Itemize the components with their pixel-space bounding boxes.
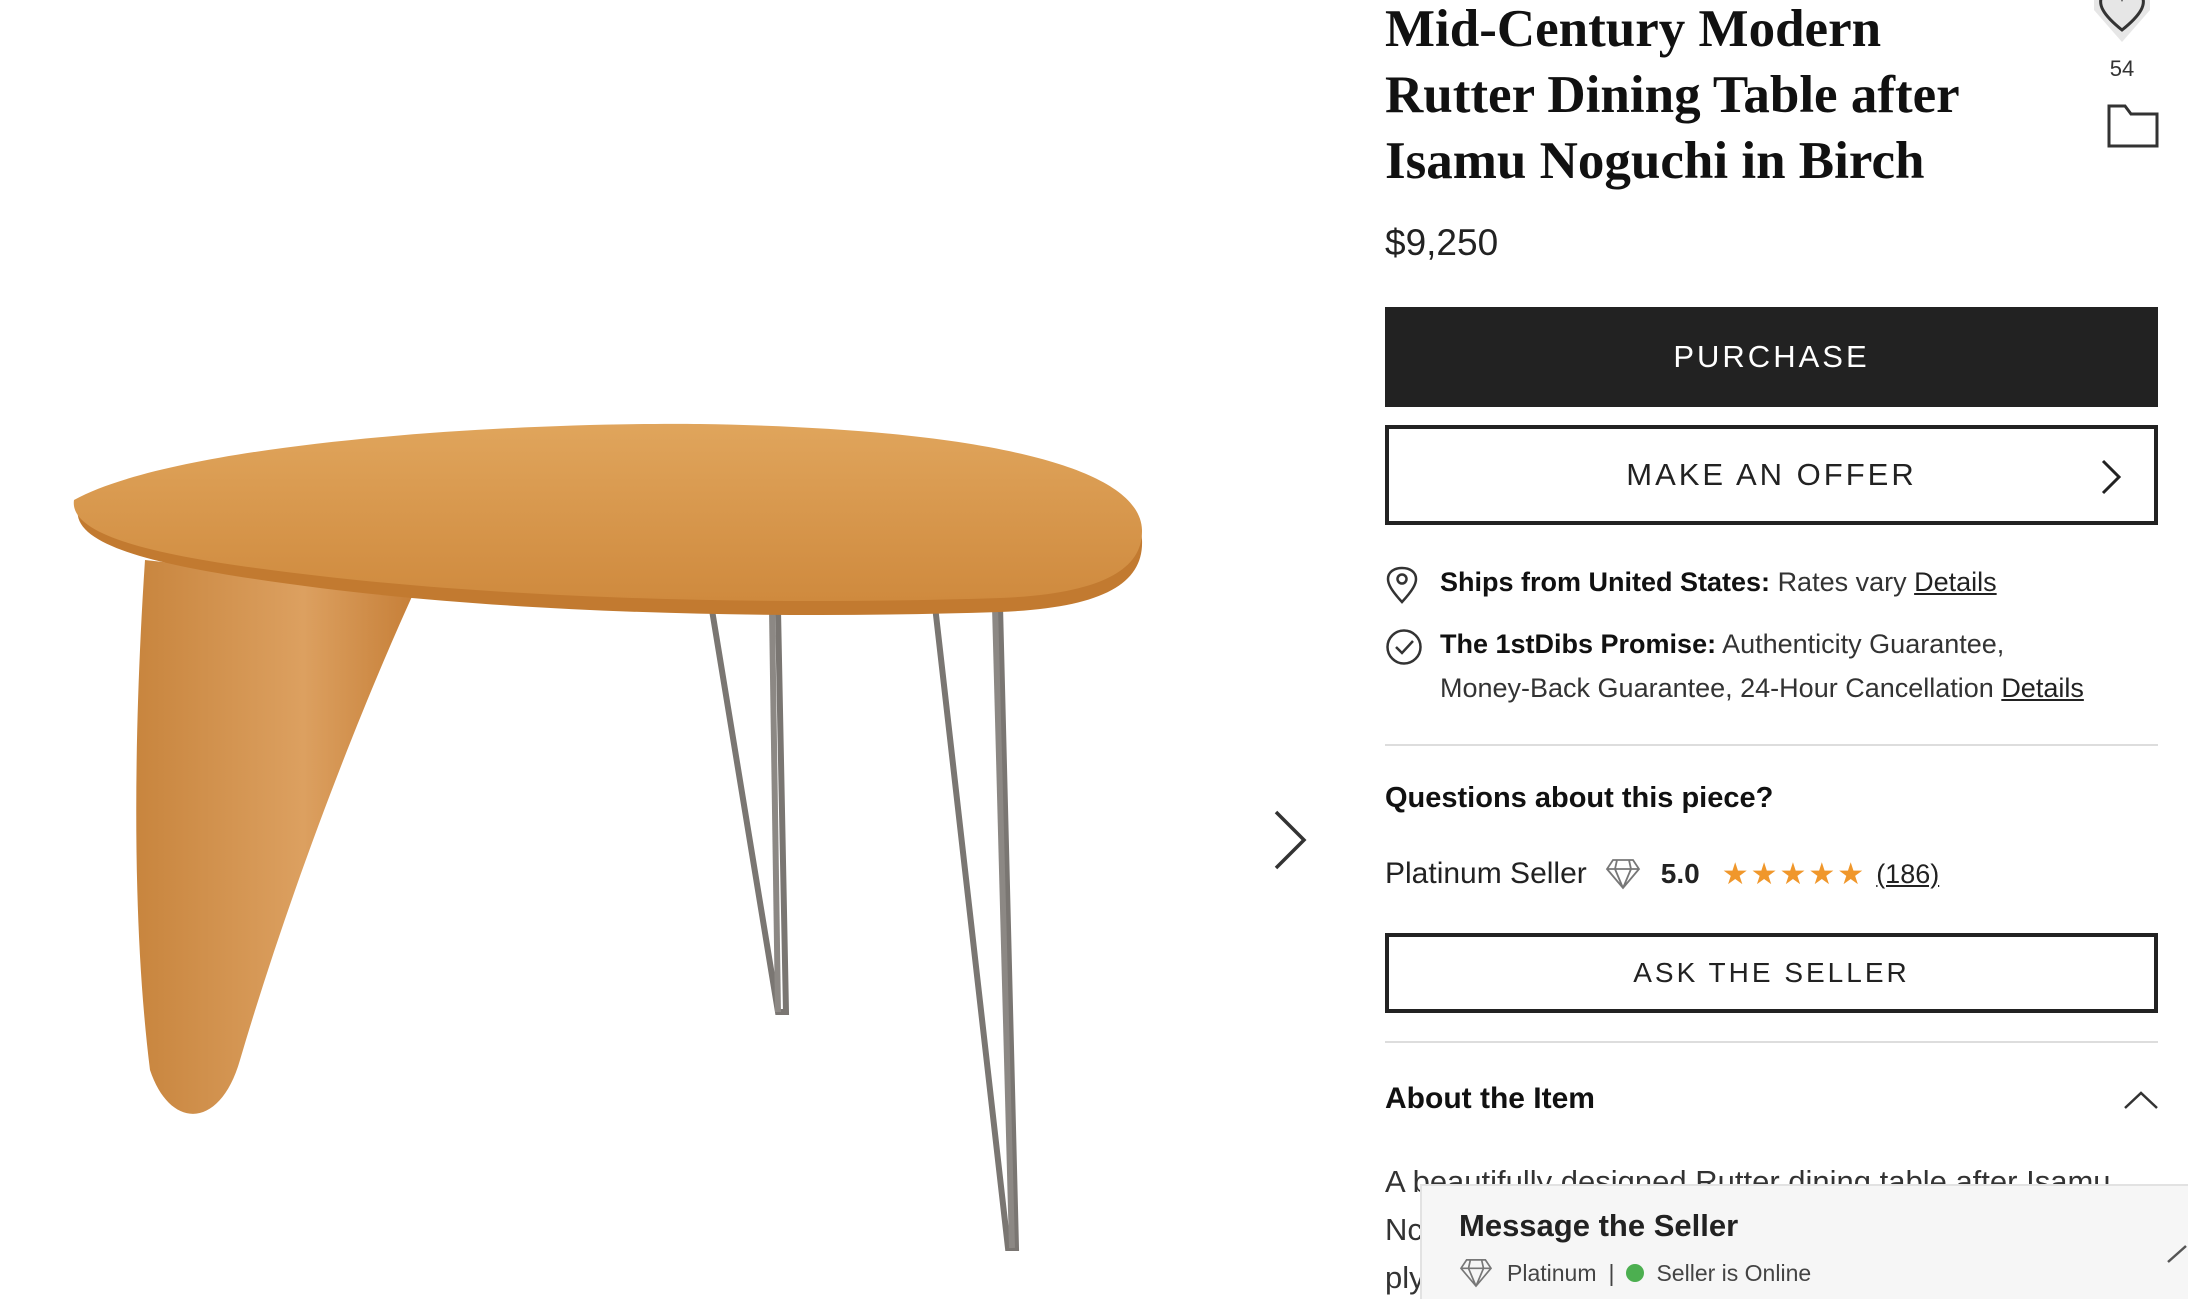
message-seller-title: Message the Seller	[1459, 1208, 1739, 1243]
chevron-right-icon	[1274, 810, 1307, 870]
favorite-button[interactable]	[2092, 0, 2152, 55]
heart-icon	[2094, 0, 2150, 42]
star-rating: ★★★★★	[1721, 857, 1867, 891]
product-title-line: Mid-Century Modern	[1385, 0, 1882, 58]
chevron-right-icon	[2101, 459, 2122, 495]
ask-seller-button-label: ASK THE SELLER	[1633, 957, 1910, 988]
diamond-icon	[1605, 859, 1640, 890]
seller-rating: 5.0	[1660, 858, 1700, 889]
make-offer-button[interactable]: MAKE AN OFFER	[1385, 425, 2158, 525]
seller-tier-label: Platinum	[1507, 1259, 1597, 1286]
ask-seller-button[interactable]: ASK THE SELLER	[1385, 933, 2158, 1013]
message-seller-panel[interactable]: Message the Seller Platinum | Seller is …	[1420, 1184, 2188, 1299]
shipping-details-link[interactable]: Details	[1914, 567, 1997, 597]
make-offer-button-label: MAKE AN OFFER	[1626, 457, 1917, 492]
seller-summary: Platinum Seller 5.0 ★★★★★ (186)	[1385, 852, 1939, 896]
reviews-link[interactable]: (186)	[1876, 859, 1939, 890]
location-pin-icon	[1386, 566, 1418, 604]
questions-heading: Questions about this piece?	[1385, 782, 1774, 814]
chevron-up-icon	[2124, 1091, 2158, 1109]
check-circle-icon	[1386, 629, 1422, 665]
diamond-icon	[1459, 1259, 1493, 1288]
divider	[1385, 744, 2158, 746]
promise-text: Authenticity Guarantee,	[1722, 629, 2005, 659]
about-collapse-button[interactable]	[2123, 1090, 2159, 1115]
promise-details-link[interactable]: Details	[2001, 673, 2084, 703]
message-seller-status: Platinum | Seller is Online	[1459, 1258, 1811, 1288]
about-heading[interactable]: About the Item	[1385, 1082, 1595, 1116]
divider	[1385, 1041, 2158, 1043]
product-title-line: Rutter Dining Table after	[1385, 66, 1960, 124]
shipping-text: Rates vary	[1777, 567, 1907, 597]
product-title-line: Isamu Noguchi in Birch	[1385, 132, 1925, 190]
product-price: $9,250	[1385, 222, 1499, 263]
image-gallery	[0, 0, 1340, 1299]
expand-icon[interactable]	[2166, 1242, 2188, 1264]
favorite-count: 54	[2109, 56, 2135, 81]
save-to-folder-button[interactable]	[2107, 102, 2159, 153]
online-status-dot	[1626, 1264, 1645, 1282]
product-image	[73, 423, 1143, 1251]
purchase-button-label: PURCHASE	[1673, 339, 1870, 374]
folder-icon	[2107, 104, 2159, 148]
separator: |	[1608, 1259, 1615, 1286]
promise-text: Money-Back Guarantee, 24-Hour Cancellati…	[1440, 673, 1994, 703]
shipping-label: Ships from United States:	[1440, 567, 1771, 597]
gallery-next-button[interactable]	[1270, 808, 1310, 872]
online-status-text: Seller is Online	[1656, 1259, 1812, 1286]
seller-tier: Platinum Seller	[1385, 857, 1587, 890]
promise-label: The 1stDibs Promise:	[1440, 629, 1717, 659]
purchase-button[interactable]: PURCHASE	[1385, 307, 2158, 407]
product-title: Mid-Century Modern Rutter Dining Table a…	[1385, 0, 2045, 194]
